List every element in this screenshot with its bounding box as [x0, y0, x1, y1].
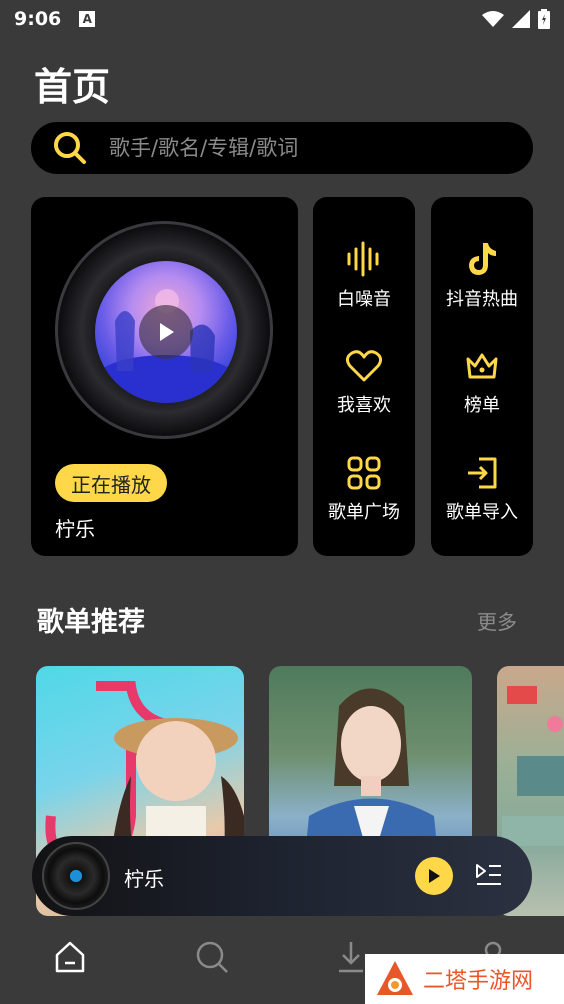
waveform-icon: [347, 241, 379, 277]
now-playing-badge: 正在播放: [55, 464, 167, 502]
status-bar: 9:06 A: [0, 0, 564, 38]
tiktok-icon: [469, 243, 496, 275]
page-title: 首页: [34, 65, 111, 109]
status-icons: [482, 9, 550, 29]
crown-icon: [466, 353, 498, 379]
signal-icon: [512, 10, 530, 28]
search-bar[interactable]: [31, 122, 533, 174]
favorites-button[interactable]: 我喜欢: [313, 349, 415, 417]
search-input[interactable]: [109, 136, 489, 160]
status-time: 9:06: [14, 8, 62, 30]
white-noise-button[interactable]: 白噪音: [313, 241, 415, 311]
vinyl-record: [55, 221, 273, 439]
watermark-text: 二塔手游网: [423, 969, 534, 994]
wifi-icon: [482, 11, 504, 27]
cover-play-button[interactable]: [139, 305, 193, 359]
douyin-hits-label: 抖音热曲: [446, 289, 518, 310]
playlist-square-label: 歌单广场: [328, 502, 400, 523]
now-playing-card[interactable]: 正在播放 柠乐: [31, 197, 298, 556]
now-playing-song: 柠乐: [55, 517, 95, 541]
mini-player-disc: [42, 842, 110, 910]
search-icon: [54, 132, 86, 164]
heart-icon: [346, 350, 382, 382]
battery-icon: [538, 9, 550, 29]
favorites-label: 我喜欢: [337, 395, 391, 416]
section-title: 歌单推荐: [37, 607, 145, 638]
watermark-logo: [377, 961, 413, 995]
charts-button[interactable]: 榜单: [431, 349, 533, 417]
grid-icon: [347, 456, 381, 490]
notification-icon: A: [79, 11, 96, 27]
white-noise-label: 白噪音: [337, 289, 391, 310]
playlist-import-label: 歌单导入: [446, 502, 518, 523]
search-icon[interactable]: [195, 940, 229, 974]
watermark: 二塔手游网: [365, 954, 564, 1004]
play-icon: [429, 869, 440, 883]
play-icon: [160, 323, 174, 341]
more-link[interactable]: 更多: [477, 606, 517, 635]
douyin-hits-button[interactable]: 抖音热曲: [431, 241, 533, 311]
album-cover: [95, 261, 237, 403]
mini-play-button[interactable]: [415, 857, 453, 895]
import-icon: [468, 457, 497, 489]
charts-label: 榜单: [464, 395, 500, 416]
mini-player-song: 柠乐: [124, 867, 164, 891]
home-icon[interactable]: [54, 940, 86, 974]
download-icon[interactable]: [336, 940, 366, 974]
playlist-square-button[interactable]: 歌单广场: [313, 456, 415, 524]
quick-grid-col2: 抖音热曲 榜单 歌单导入: [431, 197, 533, 556]
playlist-queue-icon[interactable]: [476, 862, 502, 888]
mini-player[interactable]: 柠乐: [32, 836, 532, 916]
playlist-import-button[interactable]: 歌单导入: [431, 456, 533, 524]
quick-grid-col1: 白噪音 我喜欢 歌单广场: [313, 197, 415, 556]
